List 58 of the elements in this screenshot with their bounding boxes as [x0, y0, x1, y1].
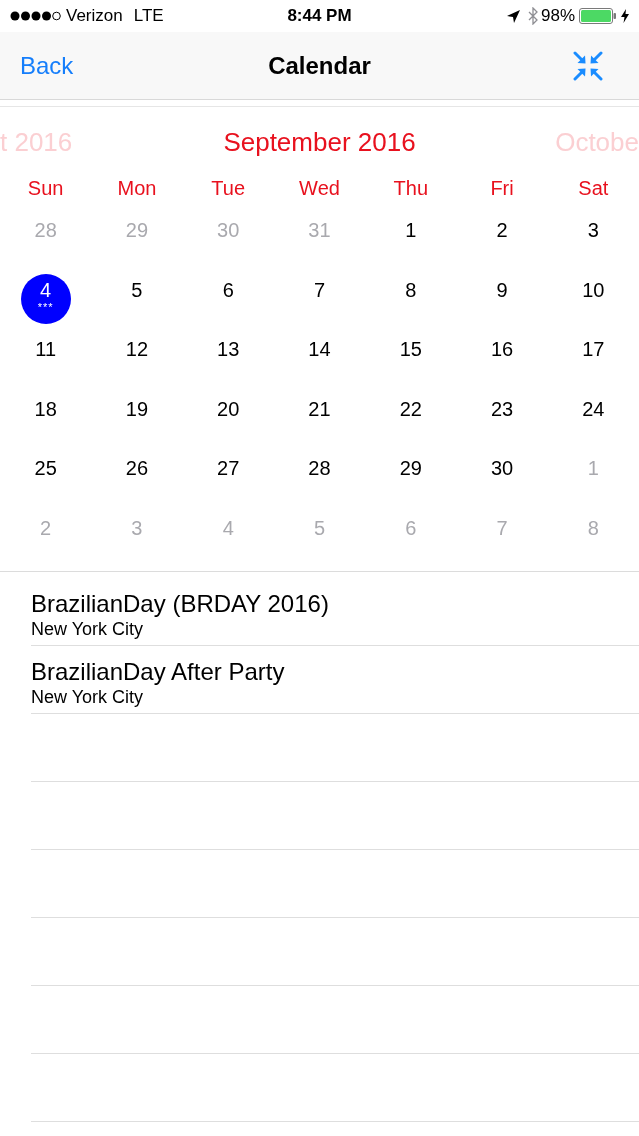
collapse-button[interactable] — [573, 50, 603, 81]
calendar-day[interactable]: 5 — [131, 277, 143, 302]
calendar-day[interactable]: 16 — [490, 337, 514, 361]
calendar-day[interactable]: 1 — [405, 218, 417, 242]
calendar-day[interactable]: 27 — [217, 456, 240, 480]
event-marker: *** — [37, 301, 54, 312]
weekday-label: Thu — [393, 177, 428, 200]
calendar-day[interactable]: 14 — [308, 337, 331, 361]
calendar-day[interactable]: 21 — [308, 396, 331, 421]
calendar-day[interactable]: 25 — [34, 456, 57, 480]
calendar-day[interactable]: 6 — [222, 277, 234, 302]
back-button[interactable]: Back — [20, 51, 74, 80]
carrier-name: Verizon — [66, 6, 123, 26]
calendar-day[interactable]: 28 — [308, 456, 331, 480]
calendar-day[interactable]: 26 — [125, 456, 149, 480]
signal-strength-icon — [10, 11, 61, 21]
calendar-day[interactable]: 13 — [217, 337, 240, 361]
calendar-day[interactable]: 12 — [125, 337, 149, 361]
screen-title: Calendar — [268, 51, 371, 80]
calendar-day[interactable]: 22 — [399, 396, 422, 421]
event-location: New York City — [31, 618, 144, 640]
calendar-day[interactable]: 24 — [582, 396, 605, 421]
calendar-day[interactable]: 11 — [35, 337, 56, 361]
calendar-day[interactable]: 19 — [125, 396, 149, 421]
location-arrow-icon — [506, 9, 520, 23]
weekday-label: Fri — [490, 177, 514, 200]
month-title: September 2016 — [223, 127, 416, 157]
collapse-arrows-icon — [573, 50, 603, 81]
calendar-day[interactable]: 15 — [399, 337, 422, 361]
calendar-day[interactable]: 8 — [405, 277, 417, 302]
weekday-label: Wed — [299, 177, 340, 200]
calendar-day[interactable]: 10 — [582, 277, 605, 302]
event-location: New York City — [31, 686, 144, 708]
calendar-day[interactable]: 20 — [217, 396, 240, 421]
calendar-day[interactable]: 29 — [399, 456, 422, 480]
calendar-day[interactable]: 23 — [490, 396, 514, 421]
bluetooth-icon — [527, 7, 538, 25]
battery-percentage: 98% — [540, 6, 575, 26]
network-type: LTE — [133, 6, 164, 26]
charging-bolt-icon — [621, 9, 629, 23]
calendar-day[interactable]: 9 — [496, 277, 508, 302]
calendar-day[interactable]: 2 — [496, 218, 508, 242]
event-title: BrazilianDay (BRDAY 2016) — [31, 590, 329, 618]
status-time: 8:44 PM — [287, 6, 352, 26]
weekday-label: Tue — [211, 177, 246, 200]
weekday-label: Mon — [117, 177, 157, 200]
event-row[interactable]: BrazilianDay After Party New York City — [31, 646, 639, 714]
event-row[interactable]: BrazilianDay (BRDAY 2016) New York City — [31, 578, 639, 646]
calendar-day[interactable]: 17 — [582, 337, 605, 361]
weekday-label: Sat — [578, 177, 609, 200]
calendar-day[interactable]: 18 — [34, 396, 57, 421]
event-title: BrazilianDay After Party — [31, 658, 285, 686]
weekday-label: Sun — [27, 177, 64, 200]
calendar-day[interactable]: 30 — [490, 456, 514, 480]
calendar-day[interactable]: 7 — [313, 277, 326, 302]
battery-icon — [579, 8, 617, 24]
selected-day[interactable]: 4 *** — [20, 273, 71, 324]
calendar-day[interactable]: 3 — [587, 218, 599, 242]
